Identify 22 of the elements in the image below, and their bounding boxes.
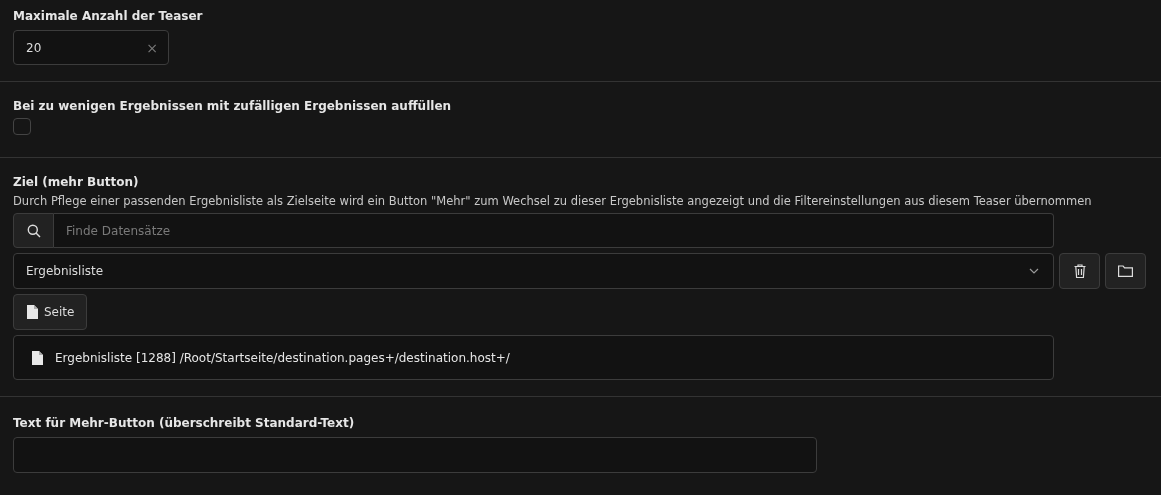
trash-icon xyxy=(1073,264,1086,278)
field-description: Durch Pflege einer passenden Ergebnisliste als Zielseite wird ein Button "Mehr" zum Wechsel zu dieser Ergebnisliste angezeigt und die Filtereinstellungen aus diesem Teaser übernommen xyxy=(13,194,1093,208)
page-button[interactable]: Seite xyxy=(13,294,88,330)
folder-icon xyxy=(1118,265,1133,277)
search-button[interactable] xyxy=(13,213,54,248)
delete-button[interactable] xyxy=(1059,253,1100,289)
chevron-down-icon xyxy=(1029,268,1039,274)
document-icon xyxy=(27,305,38,319)
record-label: Ergebnisliste [1288] /Root/Startseite/destination.pages+/destination.host+/ xyxy=(55,350,510,365)
browse-button[interactable] xyxy=(1105,253,1146,289)
field-label: Ziel (mehr Button) xyxy=(13,175,140,189)
checkbox[interactable] xyxy=(13,118,31,135)
number-input[interactable]: 20 × xyxy=(13,30,169,65)
record-select[interactable]: Ergebnisliste xyxy=(13,253,1054,289)
text-input[interactable] xyxy=(13,437,817,473)
search-icon xyxy=(26,223,41,238)
clear-icon[interactable]: × xyxy=(146,39,158,56)
field-label: Bei zu wenigen Ergebnissen mit zufälligen Ergebnissen auffüllen xyxy=(13,99,453,113)
search-field[interactable]: Finde Datensätze xyxy=(54,213,1054,248)
document-icon xyxy=(32,350,43,365)
field-label: Maximale Anzahl der Teaser xyxy=(13,9,204,23)
field-label: Text für Mehr-Button (überschreibt Standard-Text) xyxy=(13,416,356,430)
